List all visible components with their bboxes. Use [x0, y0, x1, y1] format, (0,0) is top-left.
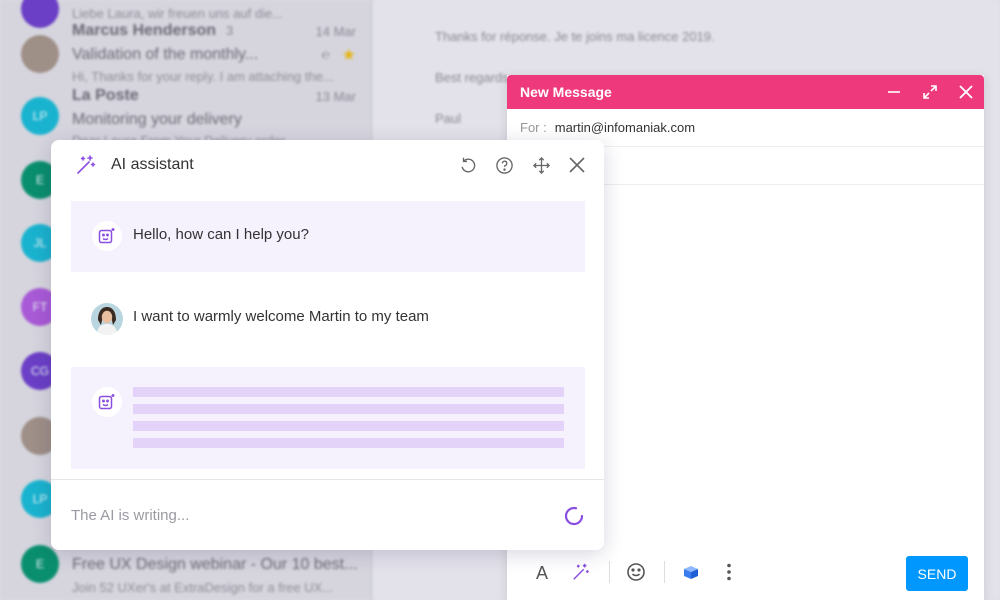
list-item[interactable]: LP La Poste 13 Mar Monitoring your deliv…: [0, 85, 372, 148]
bot-avatar: [92, 221, 122, 251]
mail-subject: Validation of the monthly...: [72, 46, 259, 63]
text-format-button[interactable]: A: [527, 556, 559, 588]
help-icon: [495, 156, 513, 174]
magic-wand-icon: [77, 155, 96, 174]
mail-preview: Liebe Laura, wir freuen uns auf die...: [72, 6, 284, 21]
loading-line: [133, 438, 564, 448]
ai-assistant-panel: AI assistant Hello, how can I help you? …: [51, 140, 604, 550]
avatar: E: [21, 545, 59, 583]
more-options-button[interactable]: [713, 556, 745, 588]
reading-text: Thanks for réponse. Je te joins ma licen…: [435, 29, 715, 44]
move-handle[interactable]: [529, 153, 553, 177]
ai-assistant-button[interactable]: [565, 556, 597, 588]
compose-header: New Message: [507, 75, 984, 109]
loading-line: [133, 404, 564, 414]
mail-subject: Free UX Design webinar - Our 10 best...: [72, 556, 358, 573]
close-icon: [959, 85, 973, 99]
ai-status-text: The AI is writing...: [71, 507, 190, 524]
minimize-button[interactable]: [876, 75, 912, 109]
close-icon: [569, 157, 585, 173]
undo-button[interactable]: [456, 153, 480, 177]
mail-sender: La Poste: [72, 87, 139, 104]
ai-panel-title: AI assistant: [111, 156, 194, 173]
close-compose-button[interactable]: [948, 75, 984, 109]
kdrive-button[interactable]: [675, 556, 707, 588]
compose-title: New Message: [520, 84, 612, 100]
reading-text: Paul: [435, 111, 462, 126]
expand-button[interactable]: [912, 75, 948, 109]
list-item[interactable]: Marcus Henderson 3 14 Mar Validation of t…: [0, 20, 372, 84]
recipient-label: For :: [520, 120, 547, 135]
toolbar-divider: [609, 561, 610, 583]
loading-line: [133, 421, 564, 431]
bot-avatar: [92, 387, 122, 417]
more-vertical-icon: [727, 563, 731, 581]
undo-icon: [461, 157, 476, 173]
mail-preview: Hi, Thanks for your reply. I am attachin…: [72, 69, 334, 84]
mail-subject: Monitoring your delivery: [72, 111, 242, 128]
emoji-button[interactable]: [620, 556, 652, 588]
bot-icon: [98, 228, 115, 244]
minimize-icon: [888, 91, 900, 93]
emoji-icon: [627, 563, 645, 581]
move-icon: [532, 156, 550, 174]
ai-message: Hello, how can I help you?: [71, 201, 585, 272]
help-button[interactable]: [492, 153, 516, 177]
attachment-icon: ℮: [321, 46, 330, 62]
text-format-icon: A: [536, 563, 548, 582]
user-message-text: I want to warmly welcome Martin to my te…: [133, 308, 429, 325]
compose-toolbar: A SEND: [507, 544, 984, 600]
bot-icon: [98, 394, 115, 410]
avatar: LP: [21, 97, 59, 135]
mail-date: 13 Mar: [315, 89, 356, 104]
thread-count: 3: [226, 23, 234, 38]
spinner-icon: [564, 506, 584, 526]
mail-sender: Marcus Henderson 3: [72, 22, 234, 39]
close-panel-button[interactable]: [565, 153, 589, 177]
avatar: [21, 35, 59, 73]
folder-icon: [684, 566, 698, 579]
magic-wand-icon: [573, 563, 589, 580]
ai-panel-footer: The AI is writing...: [51, 479, 604, 550]
ai-message-text: Hello, how can I help you?: [133, 226, 309, 243]
star-icon[interactable]: ★: [342, 45, 356, 65]
ai-panel-header: AI assistant: [51, 140, 604, 190]
expand-icon: [923, 85, 937, 99]
toolbar-divider: [664, 561, 665, 583]
mail-preview: Join 52 UXer's at ExtraDesign for a free…: [72, 580, 334, 595]
send-button[interactable]: SEND: [906, 556, 968, 591]
svg-text:A: A: [536, 563, 548, 582]
loading-line: [133, 387, 564, 397]
mail-date: 14 Mar: [315, 24, 356, 39]
list-item[interactable]: Liebe Laura, wir freuen uns auf die...: [0, 0, 372, 28]
reading-text: Best regards: [435, 70, 509, 85]
recipient-value[interactable]: martin@infomaniak.com: [555, 120, 695, 135]
ai-message-loading: [71, 367, 585, 469]
user-avatar: [91, 303, 123, 335]
